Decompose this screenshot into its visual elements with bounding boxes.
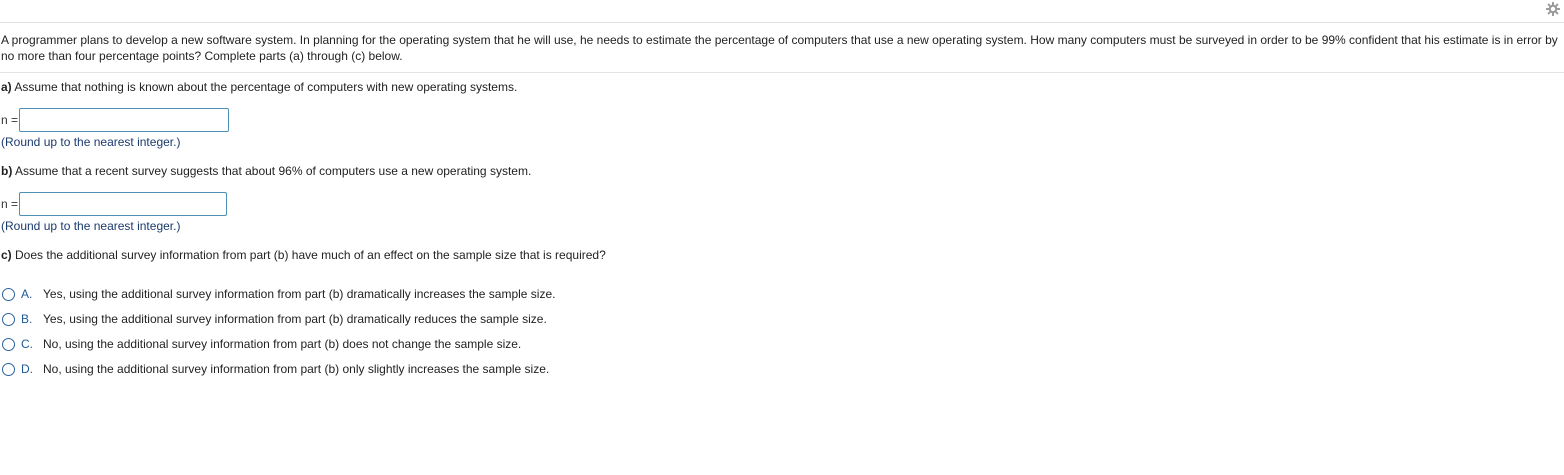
part-a-prompt: a) Assume that nothing is known about th… bbox=[1, 79, 517, 95]
part-a-hint: (Round up to the nearest integer.) bbox=[1, 135, 181, 149]
choice-b[interactable]: B. Yes, using the additional survey info… bbox=[2, 311, 547, 327]
part-a-prompt-text: Assume that nothing is known about the p… bbox=[11, 80, 518, 94]
part-a-answer-input[interactable] bbox=[19, 108, 230, 132]
part-c-label: c) bbox=[1, 248, 12, 262]
choice-c-text: No, using the additional survey informat… bbox=[43, 337, 522, 351]
question-text: A programmer plans to develop a new soft… bbox=[1, 33, 1558, 63]
choice-a-text: Yes, using the additional survey informa… bbox=[43, 287, 556, 301]
choice-b-text: Yes, using the additional survey informa… bbox=[43, 312, 547, 326]
question-page: A programmer plans to develop a new soft… bbox=[0, 0, 1564, 475]
choice-a-letter: A. bbox=[21, 287, 33, 301]
part-b-label: b) bbox=[1, 164, 13, 178]
top-divider bbox=[0, 22, 1564, 23]
choice-d[interactable]: D. No, using the additional survey infor… bbox=[2, 361, 549, 377]
part-c-prompt-text: Does the additional survey information f… bbox=[11, 248, 606, 262]
part-b-prompt-text: Assume that a recent survey suggests tha… bbox=[12, 164, 532, 178]
choice-c-radio[interactable] bbox=[2, 337, 15, 351]
part-b-prompt: b) Assume that a recent survey suggests … bbox=[1, 163, 531, 179]
choice-d-radio[interactable] bbox=[2, 362, 15, 376]
choice-d-text: No, using the additional survey informat… bbox=[43, 362, 550, 376]
choice-a-radio[interactable] bbox=[2, 287, 15, 301]
choice-b-radio[interactable] bbox=[2, 312, 15, 326]
choice-b-letter: B. bbox=[21, 312, 33, 326]
part-b-n-label: n = bbox=[1, 197, 19, 211]
choice-a[interactable]: A. Yes, using the additional survey info… bbox=[2, 286, 555, 302]
gear-icon[interactable] bbox=[1545, 1, 1561, 17]
question-divider bbox=[0, 72, 1564, 73]
choice-c[interactable]: C. No, using the additional survey infor… bbox=[2, 336, 521, 352]
part-b-hint: (Round up to the nearest integer.) bbox=[1, 219, 181, 233]
choice-d-letter: D. bbox=[21, 362, 33, 376]
part-c-prompt: c) Does the additional survey informatio… bbox=[1, 247, 606, 263]
part-b-answer-row: n = bbox=[1, 192, 228, 216]
choice-c-letter: C. bbox=[21, 337, 33, 351]
part-a-answer-row: n = bbox=[1, 108, 230, 132]
part-a-label: a) bbox=[1, 80, 12, 94]
part-a-n-label: n = bbox=[1, 113, 19, 127]
part-b-answer-input[interactable] bbox=[19, 192, 228, 216]
